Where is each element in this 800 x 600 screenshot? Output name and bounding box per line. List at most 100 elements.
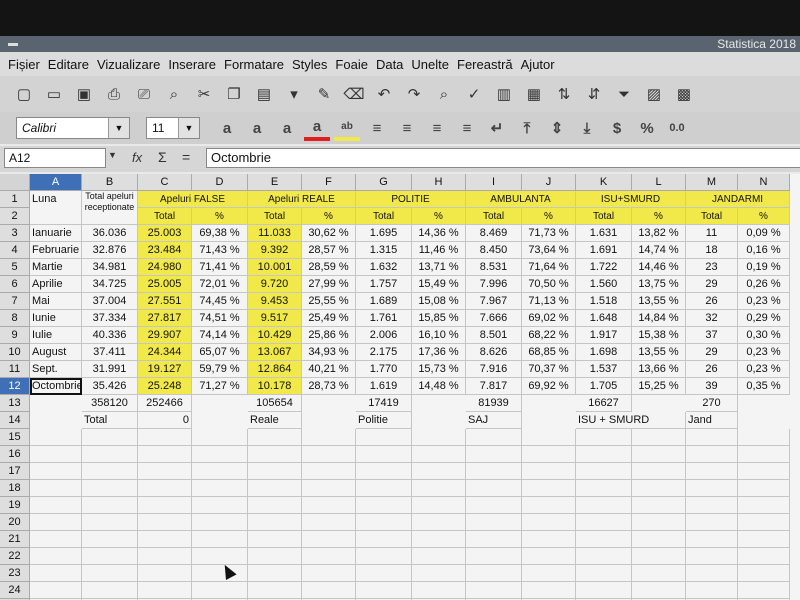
empty-cell[interactable] [522, 565, 576, 582]
data-cell[interactable]: 37.004 [82, 293, 138, 310]
empty-cell[interactable] [82, 582, 138, 599]
empty-cell[interactable] [356, 480, 412, 497]
data-cell[interactable]: 25,55 % [302, 293, 356, 310]
bold-icon[interactable]: a [214, 117, 240, 139]
data-cell[interactable]: 1.917 [576, 327, 632, 344]
spreadsheet-grid[interactable]: A B C D E F G H I J K L M N 1 2 3 4 5 6 7 8 9 10 11 12 13 14 15 16 17 1… [0, 174, 800, 600]
row-header[interactable]: 12 [0, 378, 30, 395]
data-cell[interactable]: 17,36 % [412, 344, 466, 361]
empty-cell[interactable] [138, 582, 192, 599]
header-pct[interactable]: % [412, 208, 466, 225]
data-cell[interactable]: 0,09 % [738, 225, 790, 242]
empty-cell[interactable] [576, 531, 632, 548]
month-cell[interactable]: Mai [30, 293, 82, 310]
empty-cell[interactable] [356, 565, 412, 582]
row-header[interactable]: 5 [0, 259, 30, 276]
header-jandarmi[interactable]: JANDARMI [686, 191, 790, 208]
open-folder-icon[interactable]: ▭ [42, 83, 66, 105]
data-cell[interactable]: 37.334 [82, 310, 138, 327]
empty-cell[interactable] [412, 582, 466, 599]
empty-cell[interactable] [356, 531, 412, 548]
print-icon[interactable]: ⎚ [132, 83, 156, 105]
column-header[interactable]: G [356, 174, 412, 191]
data-cell[interactable]: 71,41 % [192, 259, 248, 276]
header-isu-smurd[interactable]: ISU+SMURD [576, 191, 686, 208]
align-center-icon[interactable]: ≡ [394, 117, 420, 139]
menu-item[interactable]: Unelte [411, 57, 449, 72]
empty-cell[interactable] [576, 463, 632, 480]
column-header[interactable]: A [30, 174, 82, 191]
empty-cell[interactable] [356, 548, 412, 565]
data-cell[interactable]: 10.429 [248, 327, 302, 344]
row-header[interactable]: 19 [0, 497, 30, 514]
empty-cell[interactable] [138, 565, 192, 582]
row-header[interactable]: 20 [0, 514, 30, 531]
insert-chart-icon[interactable]: ▩ [672, 83, 696, 105]
empty-cell[interactable] [356, 497, 412, 514]
data-cell[interactable]: 68,85 % [522, 344, 576, 361]
data-cell[interactable]: 74,14 % [192, 327, 248, 344]
empty-cell[interactable] [522, 497, 576, 514]
empty-cell[interactable] [632, 429, 686, 446]
data-cell[interactable]: 28,57 % [302, 242, 356, 259]
row-header[interactable]: 17 [0, 463, 30, 480]
row-header[interactable]: 13 [0, 395, 30, 412]
font-color-icon[interactable]: a [304, 115, 330, 141]
empty-cell[interactable] [138, 531, 192, 548]
data-cell[interactable]: 25,49 % [302, 310, 356, 327]
empty-cell[interactable] [412, 565, 466, 582]
column-header[interactable]: M [686, 174, 738, 191]
data-cell[interactable]: 10.001 [248, 259, 302, 276]
row-header[interactable]: 7 [0, 293, 30, 310]
data-cell[interactable]: 0,35 % [738, 378, 790, 395]
chevron-down-icon[interactable]: ▼ [108, 150, 117, 160]
percent-icon[interactable]: % [634, 117, 660, 139]
empty-cell[interactable] [738, 531, 790, 548]
empty-cell[interactable] [686, 497, 738, 514]
empty-cell[interactable] [138, 480, 192, 497]
highlight-color-icon[interactable]: ab [334, 115, 360, 141]
empty-cell[interactable] [522, 446, 576, 463]
data-cell[interactable]: 27.551 [138, 293, 192, 310]
data-cell[interactable]: 0,26 % [738, 276, 790, 293]
empty-cell[interactable] [466, 531, 522, 548]
window-menu-icon[interactable]: ▬ [8, 38, 18, 49]
empty-cell[interactable] [30, 446, 82, 463]
empty-cell[interactable] [30, 548, 82, 565]
data-cell[interactable]: 71,43 % [192, 242, 248, 259]
data-cell[interactable]: 36.036 [82, 225, 138, 242]
empty-cell[interactable] [302, 463, 356, 480]
data-cell[interactable]: 13,75 % [632, 276, 686, 293]
empty-cell[interactable] [686, 548, 738, 565]
empty-cell[interactable] [576, 582, 632, 599]
empty-cell[interactable] [192, 514, 248, 531]
row-header[interactable]: 14 [0, 412, 30, 429]
data-cell[interactable]: 25.248 [138, 378, 192, 395]
total-cell[interactable]: 105654 [248, 395, 302, 412]
empty-cell[interactable] [412, 548, 466, 565]
empty-cell[interactable] [632, 531, 686, 548]
data-cell[interactable]: 11,46 % [412, 242, 466, 259]
data-cell[interactable]: 14,74 % [632, 242, 686, 259]
name-box[interactable]: A12 [4, 148, 106, 168]
data-cell[interactable]: 34.725 [82, 276, 138, 293]
save-icon[interactable]: ▣ [72, 83, 96, 105]
autofilter-icon[interactable]: ⏷ [612, 83, 636, 105]
total-cell[interactable]: 358120 [82, 395, 138, 412]
empty-cell[interactable] [738, 548, 790, 565]
empty-cell[interactable] [412, 514, 466, 531]
empty-cell[interactable] [248, 480, 302, 497]
data-cell[interactable]: 7.666 [466, 310, 522, 327]
data-cell[interactable]: 1.631 [576, 225, 632, 242]
empty-cell[interactable] [632, 480, 686, 497]
data-cell[interactable]: 1.761 [356, 310, 412, 327]
data-cell[interactable]: 7.916 [466, 361, 522, 378]
data-cell[interactable]: 34.981 [82, 259, 138, 276]
empty-cell[interactable] [576, 565, 632, 582]
data-cell[interactable]: 0,23 % [738, 293, 790, 310]
empty-cell[interactable] [192, 480, 248, 497]
label-cell[interactable]: Jand [686, 412, 738, 429]
column-header[interactable]: B [82, 174, 138, 191]
column-icon[interactable]: ▦ [522, 83, 546, 105]
empty-cell[interactable] [138, 429, 192, 446]
